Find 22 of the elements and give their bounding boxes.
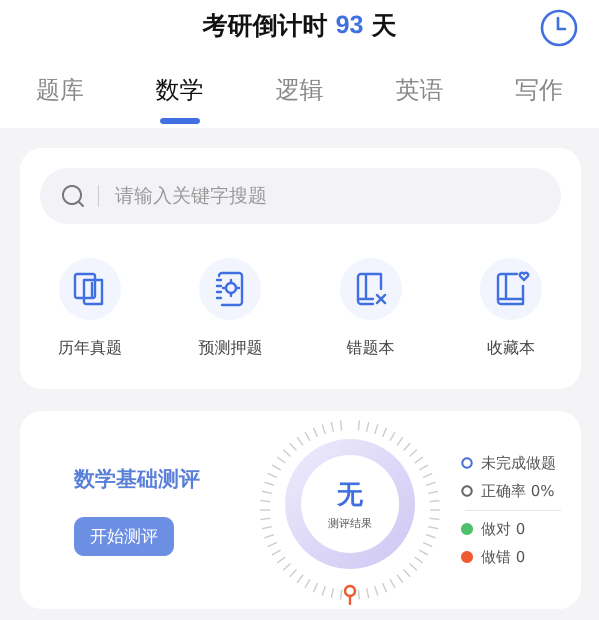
- subject-tab[interactable]: 数学: [134, 74, 225, 128]
- legend-label: 做对 0: [481, 520, 526, 538]
- legend-label: 正确率 0%: [481, 482, 555, 500]
- subject-tab[interactable]: 写作: [494, 74, 584, 128]
- shortcut-label[interactable]: 预测押题: [198, 338, 262, 359]
- subject-tab[interactable]: 英语: [374, 74, 464, 128]
- assessment-title: 数学基础测评: [74, 466, 200, 492]
- countdown-days: 93: [336, 10, 364, 40]
- result-value: 无: [337, 479, 363, 512]
- search-field[interactable]: 请输入关键字搜题: [40, 168, 561, 224]
- countdown-unit: 天: [371, 10, 396, 42]
- legend-label: 未完成做题: [481, 454, 556, 472]
- subject-tab[interactable]: 题库: [14, 74, 105, 128]
- shortcut-label[interactable]: 历年真题: [58, 338, 122, 359]
- shortcut-label[interactable]: 收藏本: [486, 338, 535, 359]
- legend-label: 做错 0: [481, 548, 526, 566]
- search-icon: [60, 183, 86, 209]
- clock-icon[interactable]: [539, 8, 579, 48]
- subject-tab[interactable]: 逻辑: [254, 74, 344, 128]
- countdown-label: 考研倒计时: [202, 10, 328, 42]
- result-label: 测评结果: [328, 516, 372, 531]
- shortcut-label[interactable]: 错题本: [346, 338, 395, 359]
